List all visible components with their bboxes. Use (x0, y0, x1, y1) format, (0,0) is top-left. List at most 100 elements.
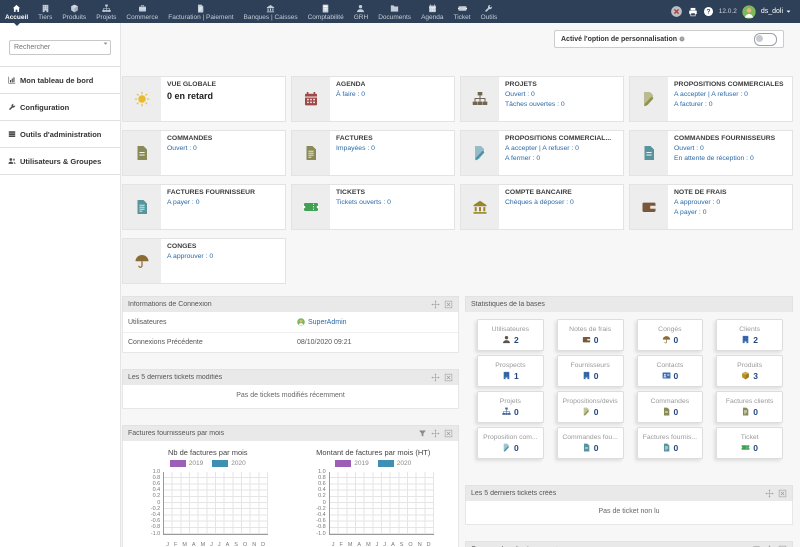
stat-clients[interactable]: Clients 2 (716, 319, 783, 351)
widget-stat[interactable]: En attente de réception : 0 (674, 154, 775, 164)
connexion-value[interactable]: SuperAdmin (297, 318, 347, 326)
pendoc-icon (582, 407, 591, 416)
personalization-toggle[interactable] (754, 32, 777, 46)
widget-stat[interactable]: Impayées : 0 (336, 144, 375, 154)
stat-commandes-fou[interactable]: Commandes fou... 0 (556, 427, 624, 459)
stat-proposition-com[interactable]: Proposition com... 0 (477, 427, 544, 459)
nav-documents[interactable]: Documents (373, 0, 416, 23)
stat-produits[interactable]: Produits 3 (716, 355, 783, 387)
stat-ticket[interactable]: Ticket 0 (716, 427, 783, 459)
widget-stat[interactable]: A approuver : 0 (167, 252, 213, 262)
widget-propositions-commercial[interactable]: PROPOSITIONS COMMERCIAL... A accepter | A… (460, 130, 624, 176)
widget-commandes[interactable]: COMMANDES Ouvert : 0 (122, 130, 286, 176)
close-icon[interactable] (444, 429, 453, 438)
search-input[interactable] (9, 40, 111, 55)
widget-stat[interactable]: A accepter | A refuser : 0 (674, 90, 784, 100)
nav-commerce[interactable]: Commerce (121, 0, 163, 23)
widget-tickets[interactable]: TICKETS Tickets ouverts : 0 (291, 184, 455, 230)
widget-propositions-commerciales[interactable]: PROPOSITIONS COMMERCIALES A accepter | A … (629, 76, 793, 122)
user-menu[interactable]: ds_doli (761, 8, 792, 15)
widget-projets[interactable]: PROJETS Ouvert : 0 Tâches ouvertes : 0 (460, 76, 624, 122)
stat-projets[interactable]: Projets 0 (477, 391, 544, 423)
tickets-modifies-body: Pas de tickets modifiés récemment (122, 385, 459, 409)
search-dropdown-icon[interactable] (102, 40, 109, 47)
stat-cong-s[interactable]: Congés 0 (636, 319, 704, 351)
legend-swatch (377, 460, 394, 467)
help-icon[interactable]: ? (703, 6, 714, 17)
logout-icon[interactable] (670, 5, 683, 18)
nav-grh[interactable]: GRH (349, 0, 373, 23)
widget-stat[interactable]: A facturer : 0 (674, 100, 784, 110)
nav-facturation-paiement[interactable]: Facturation | Paiement (163, 0, 238, 23)
widget-stat[interactable]: Tâches ouvertes : 0 (505, 100, 565, 110)
stat-prospects[interactable]: Prospects 1 (477, 355, 544, 387)
invoice-icon (662, 443, 671, 452)
widget-stat[interactable]: A fermer : 0 (505, 154, 611, 164)
stat-fournisseurs[interactable]: Fournisseurs 0 (556, 355, 624, 387)
widget-note-de-frais[interactable]: NOTE DE FRAIS A approuver : 0A payer : 0 (629, 184, 793, 230)
sidebar-item-outils-d-administration[interactable]: Outils d'administration (0, 120, 120, 147)
widget-cong-s[interactable]: CONGÉS A approuver : 0 (122, 238, 286, 284)
nav-label: Outils (480, 13, 498, 21)
widget-stat[interactable]: À faire : 0 (336, 90, 365, 100)
stat-label: Fournisseurs (570, 361, 610, 369)
sidebar-item-utilisateurs-groupes[interactable]: Utilisateurs & Groupes (0, 147, 120, 175)
widget-stat[interactable]: Chèques à déposer : 0 (505, 198, 574, 208)
stat-factures-fournis[interactable]: Factures fournis... 0 (636, 427, 704, 459)
nav-agenda[interactable]: Agenda (416, 0, 448, 23)
nav-projets[interactable]: Projets (91, 0, 121, 23)
stat-commandes[interactable]: Commandes 0 (636, 391, 704, 423)
move-icon[interactable] (431, 300, 440, 309)
x-axis: JFMAMJJASOND (164, 542, 268, 547)
nav-comptabilit[interactable]: Comptabilité (303, 0, 349, 23)
stat-contacts[interactable]: Contacts 0 (636, 355, 704, 387)
stat-number: 0 (753, 442, 758, 453)
widget-stat[interactable]: Ouvert : 0 (674, 144, 775, 154)
stat-notes-de-frais[interactable]: Notes de frais 0 (556, 319, 624, 351)
stat-value: 0 (638, 443, 703, 453)
close-icon[interactable] (778, 489, 787, 498)
stat-factures-clients[interactable]: Factures clients 0 (716, 391, 783, 423)
nav-banques-caisses[interactable]: Banques | Caisses (239, 0, 303, 23)
stat-number: 0 (514, 406, 519, 417)
filter-icon[interactable] (418, 429, 427, 438)
move-icon[interactable] (431, 429, 440, 438)
widget-text: FACTURES Impayées : 0 (330, 131, 381, 175)
legend-swatch (212, 460, 229, 467)
widget-stat[interactable]: A approuver : 0 (674, 198, 727, 208)
stat-number: 0 (593, 442, 599, 453)
widget-agenda[interactable]: AGENDA À faire : 0 (291, 76, 455, 122)
move-icon[interactable] (431, 373, 440, 382)
personalization-option[interactable]: Activé l'option de personnalisation i (554, 30, 784, 48)
widget-stat[interactable]: Ouvert : 0 (505, 90, 565, 100)
widget-stat[interactable]: A payer : 0 (167, 198, 255, 208)
widget-factures[interactable]: FACTURES Impayées : 0 (291, 130, 455, 176)
nav-ticket[interactable]: Ticket (448, 0, 475, 23)
widget-compte-bancaire[interactable]: COMPTE BANCAIRE Chèques à déposer : 0 (460, 184, 624, 230)
close-icon[interactable] (444, 373, 453, 382)
widget-factures-fournisseur[interactable]: FACTURES FOURNISSEUR A payer : 0 (122, 184, 286, 230)
nav-tiers[interactable]: Tiers (33, 0, 57, 23)
sidebar-item-mon-tableau-de-bord[interactable]: Mon tableau de bord (0, 66, 120, 93)
move-icon[interactable] (765, 489, 774, 498)
widget-stat[interactable]: A accepter | A refuser : 0 (505, 144, 611, 154)
chart-grid (328, 472, 434, 535)
widget-vue-globale[interactable]: VUE GLOBALE 0 en retard (122, 76, 286, 122)
widget-stat[interactable]: Ouvert : 0 (167, 144, 212, 154)
x-tick-label: N (417, 542, 422, 547)
print-icon[interactable] (688, 7, 698, 17)
widget-icon-cell (461, 131, 499, 175)
nav-outils[interactable]: Outils (476, 0, 503, 23)
widget-commandes-fournisseurs[interactable]: COMMANDES FOURNISSEURS Ouvert : 0 En atten… (629, 130, 793, 176)
nav-accueil[interactable]: Accueil (0, 0, 33, 26)
sidebar-item-configuration[interactable]: Configuration (0, 93, 120, 120)
close-icon[interactable] (444, 300, 453, 309)
stat-utilisateures[interactable]: Utilisateures 2 (477, 319, 544, 351)
chart-plot: 1.0 0.8 0.6 0.4 0.2 0 -0.2 -0.4 -0.6 -0.8 -1.0 (147, 469, 269, 536)
user-avatar[interactable] (742, 4, 756, 19)
stat-propositions-devis[interactable]: Propositions/devis 0 (556, 391, 624, 423)
y-axis: 1.0 0.8 0.6 0.4 0.2 0 -0.2 -0.4 -0.6 -0.8 -1.0 (147, 469, 163, 536)
nav-produits[interactable]: Produits (57, 0, 91, 23)
widget-stat[interactable]: A payer : 0 (674, 208, 727, 218)
widget-stat[interactable]: Tickets ouverts : 0 (336, 198, 391, 208)
